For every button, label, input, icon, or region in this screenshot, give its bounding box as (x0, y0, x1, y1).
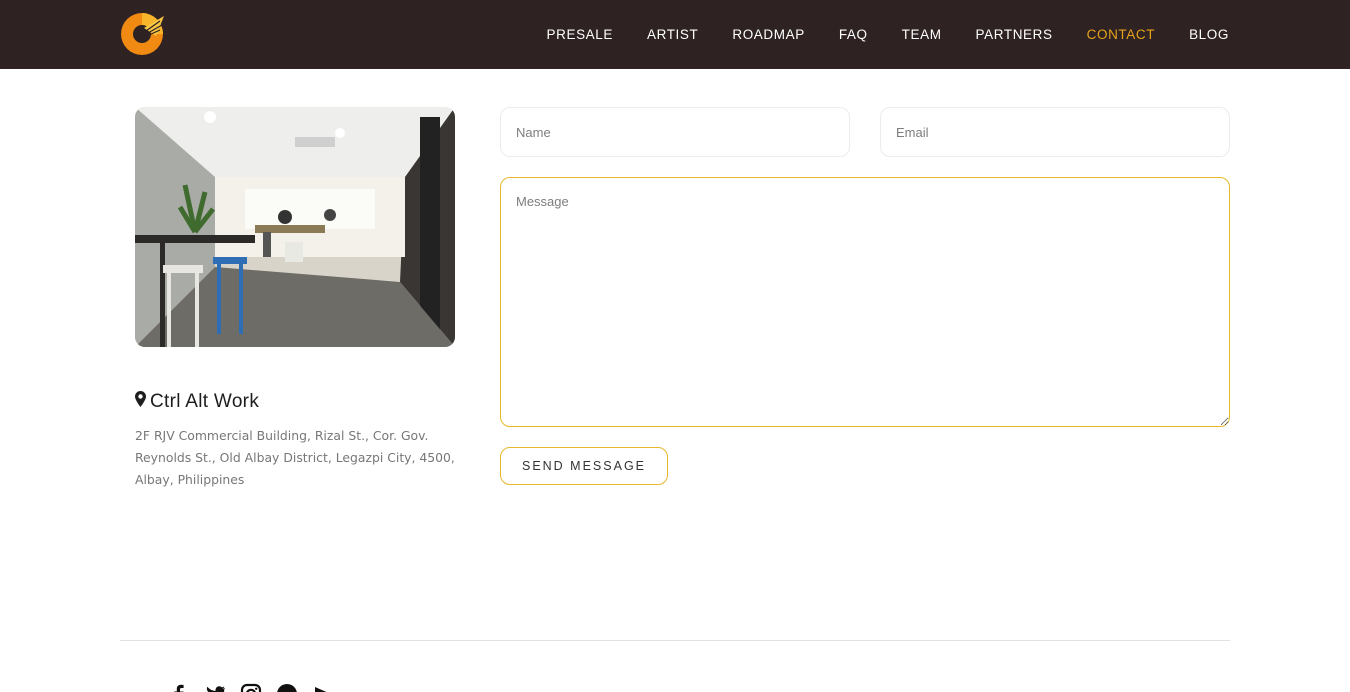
map-marker-icon (135, 391, 146, 413)
location-title: Ctrl Alt Work (150, 391, 260, 412)
nav-item-artist[interactable]: ARTIST (647, 27, 698, 42)
logo-icon[interactable] (120, 10, 166, 56)
nav-item-team[interactable]: TEAM (902, 27, 942, 42)
social-links (168, 683, 334, 692)
youtube-icon[interactable] (312, 683, 334, 692)
office-photo (135, 107, 455, 347)
main-nav: PRESALE ARTIST ROADMAP FAQ TEAM PARTNERS… (513, 0, 1229, 69)
nav-item-faq[interactable]: FAQ (839, 27, 868, 42)
discord-icon[interactable] (276, 683, 298, 692)
nav-item-partners[interactable]: PARTNERS (976, 27, 1053, 42)
location-heading: Ctrl Alt Work (135, 391, 259, 413)
send-message-button[interactable]: SEND MESSAGE (500, 447, 668, 485)
nav-item-presale[interactable]: PRESALE (547, 27, 613, 42)
twitter-icon[interactable] (204, 683, 226, 692)
message-textarea[interactable] (500, 177, 1230, 427)
footer-divider (120, 640, 1230, 641)
name-input[interactable] (500, 107, 850, 157)
location-address: 2F RJV Commercial Building, Rizal St., C… (135, 428, 455, 487)
facebook-icon[interactable] (168, 683, 190, 692)
nav-item-roadmap[interactable]: ROADMAP (732, 27, 804, 42)
email-input[interactable] (880, 107, 1230, 157)
header-navbar: PRESALE ARTIST ROADMAP FAQ TEAM PARTNERS… (0, 0, 1350, 69)
nav-item-contact[interactable]: CONTACT (1087, 27, 1155, 42)
instagram-icon[interactable] (240, 683, 262, 692)
nav-item-blog[interactable]: BLOG (1189, 27, 1229, 42)
